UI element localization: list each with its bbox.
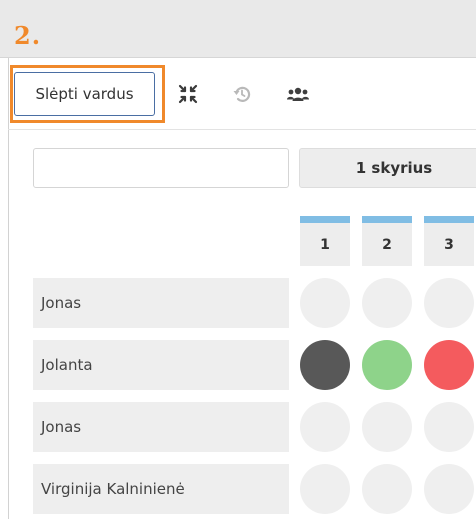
name-filter-input[interactable]: [33, 148, 289, 188]
mark-circle[interactable]: [300, 340, 350, 390]
mark-circle[interactable]: [424, 278, 474, 328]
top-band: [0, 0, 476, 58]
history-icon[interactable]: [230, 82, 254, 106]
column-header-2[interactable]: 2: [362, 216, 412, 266]
chapter-button[interactable]: 1 skyrius: [299, 148, 476, 188]
toolbar-divider: [8, 129, 476, 130]
mark-circle[interactable]: [300, 402, 350, 452]
mark-circle[interactable]: [300, 278, 350, 328]
mark-circle[interactable]: [362, 340, 412, 390]
mark-circle[interactable]: [300, 464, 350, 514]
column-header-3[interactable]: 3: [424, 216, 474, 266]
column-header-1[interactable]: 1: [300, 216, 350, 266]
mark-circle[interactable]: [362, 402, 412, 452]
mark-circle[interactable]: [424, 402, 474, 452]
mark-circle[interactable]: [424, 464, 474, 514]
student-name: Jonas: [33, 402, 289, 452]
step-marker: 2.: [14, 21, 42, 50]
student-name: Virginija Kalninienė: [33, 464, 289, 514]
mark-circle[interactable]: [424, 340, 474, 390]
student-name: Jonas: [33, 278, 289, 328]
collapse-icon[interactable]: [176, 82, 200, 106]
mark-circle[interactable]: [362, 464, 412, 514]
group-icon[interactable]: [286, 82, 310, 106]
left-divider: [8, 58, 9, 519]
hide-names-button[interactable]: Slėpti vardus: [14, 72, 155, 116]
mark-circle[interactable]: [362, 278, 412, 328]
student-name: Jolanta: [33, 340, 289, 390]
